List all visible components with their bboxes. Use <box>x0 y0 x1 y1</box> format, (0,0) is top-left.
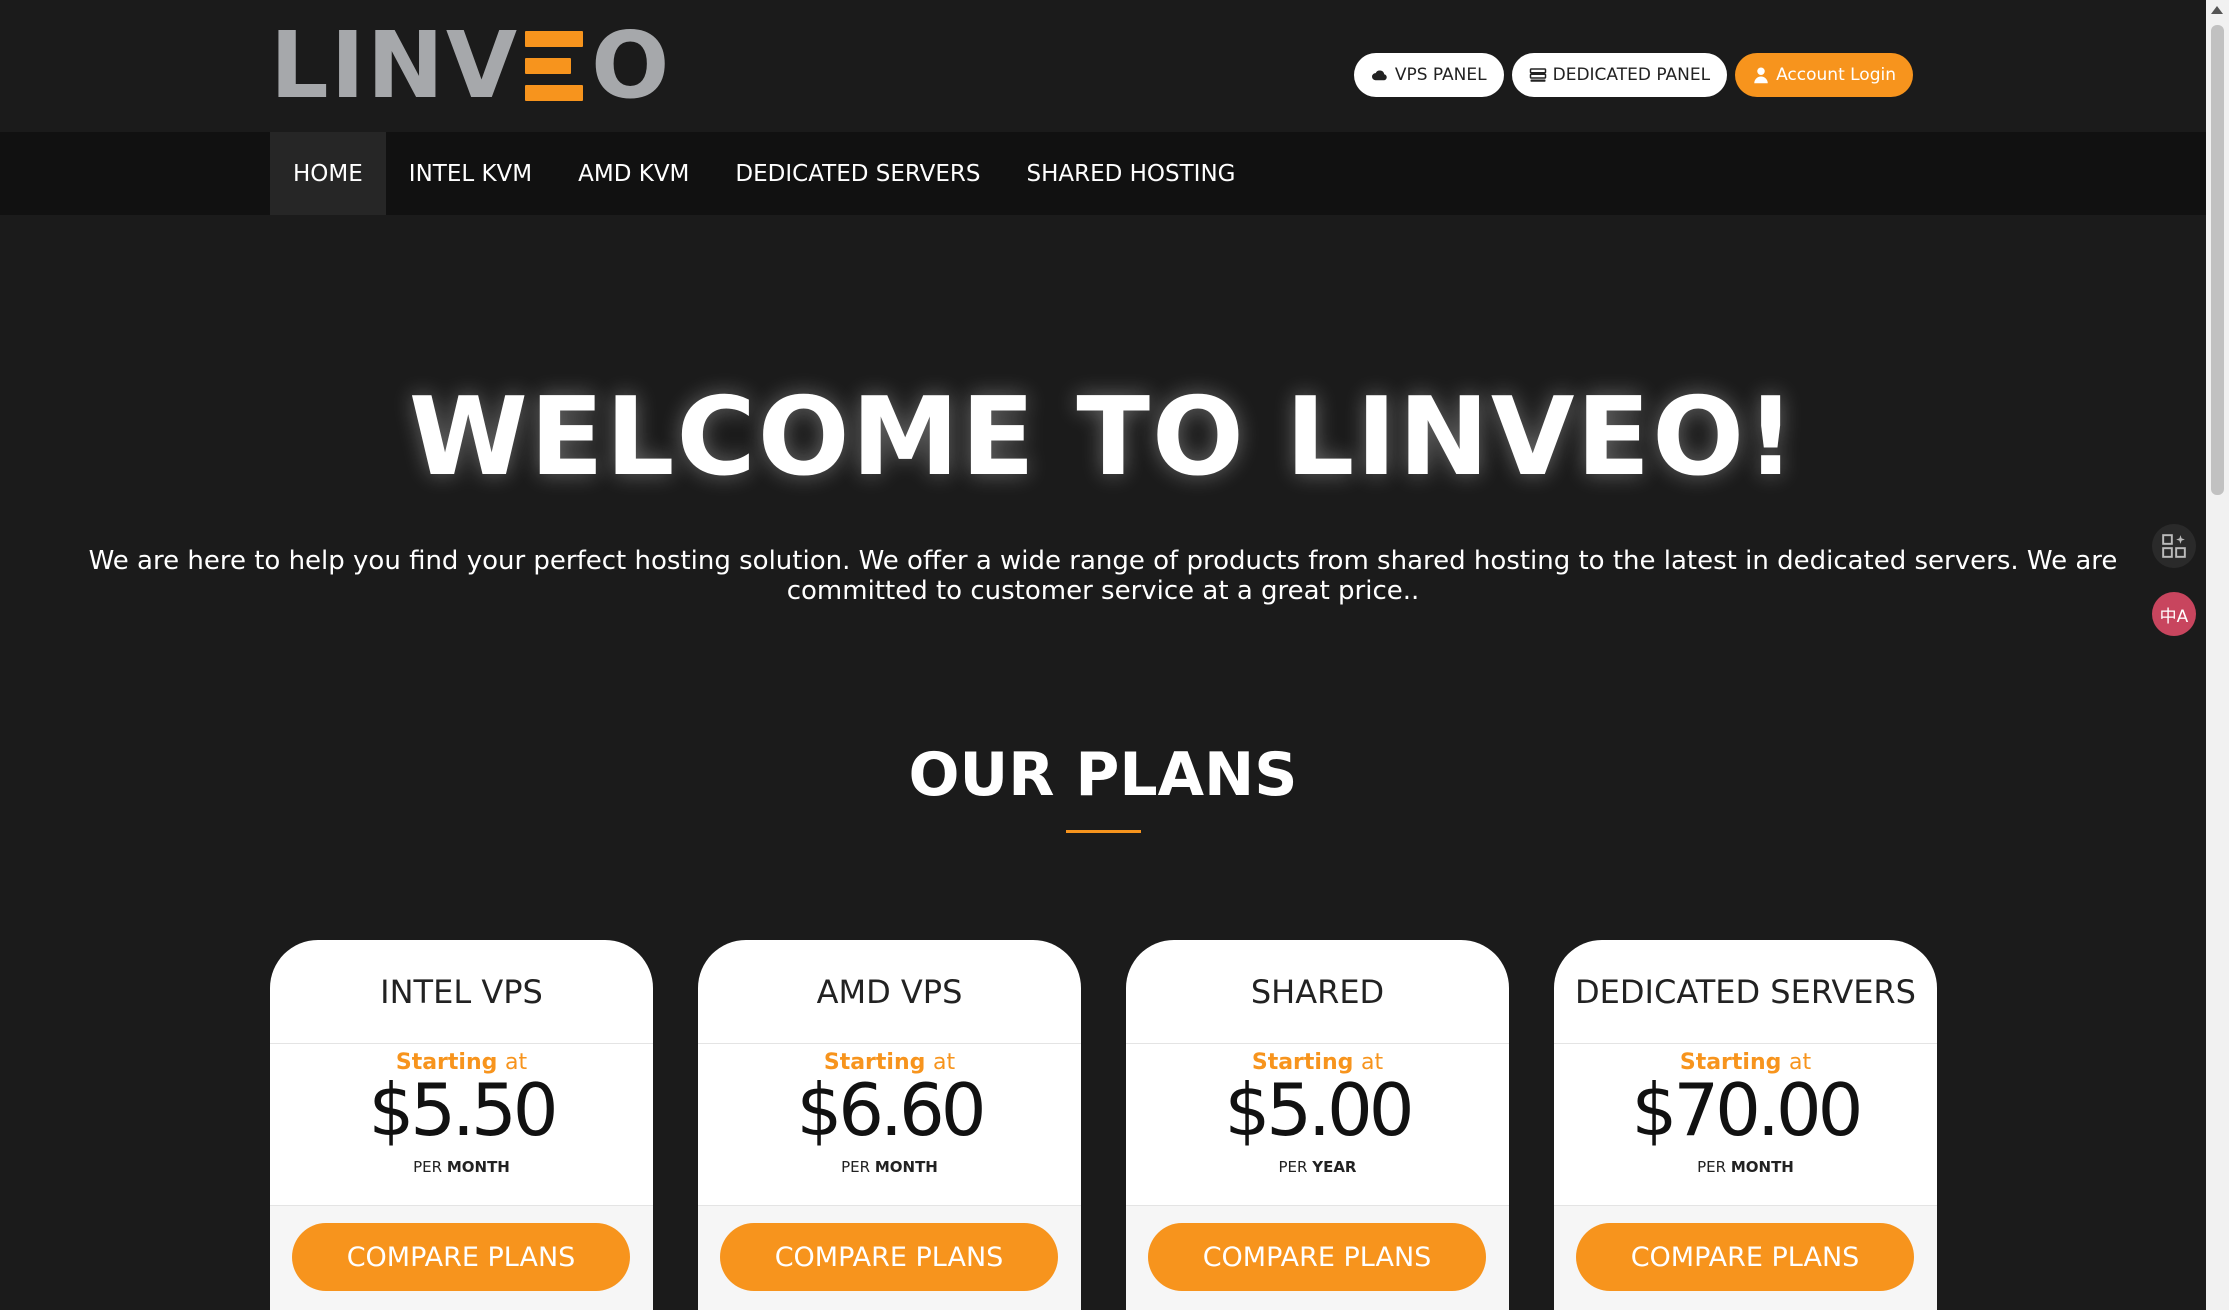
nav-dedicated-servers[interactable]: DEDICATED SERVERS <box>712 132 1003 215</box>
vps-panel-label: VPS PANEL <box>1394 65 1487 85</box>
scroll-up-arrow-icon[interactable] <box>2211 6 2223 14</box>
plan-price: $6.60 <box>796 1068 986 1152</box>
plans-section-title: OUR PLANS <box>908 740 1298 810</box>
header-buttons: VPS PANEL DEDICATED PANEL Account Login <box>1353 53 1913 97</box>
plan-card-intel-vps: INTEL VPS Starting at $5.50 PER MONTH CO… <box>270 940 653 1310</box>
section-divider <box>1066 830 1141 833</box>
logo-text-right: O <box>591 12 672 119</box>
hero-subtitle: We are here to help you find your perfec… <box>88 546 2118 606</box>
vps-panel-button[interactable]: VPS PANEL <box>1353 53 1504 97</box>
main-navigation: HOME INTEL KVM AMD KVM DEDICATED SERVERS… <box>0 132 2206 215</box>
plan-card-footer: COMPARE PLANS <box>1554 1205 1937 1310</box>
logo-text-left: LINV <box>270 12 520 119</box>
scrollbar[interactable] <box>2206 0 2229 1310</box>
plan-card-footer: COMPARE PLANS <box>1126 1205 1509 1310</box>
site-header: LINV O VPS PANEL DEDICATED PANEL Account… <box>0 0 2206 132</box>
server-icon <box>1529 68 1546 82</box>
plan-period: PER MONTH <box>413 1158 510 1176</box>
compare-plans-button[interactable]: COMPARE PLANS <box>720 1223 1058 1291</box>
plan-card-amd-vps: AMD VPS Starting at $6.60 PER MONTH COMP… <box>698 940 1081 1310</box>
plan-price: $70.00 <box>1631 1068 1864 1152</box>
dedicated-panel-button[interactable]: DEDICATED PANEL <box>1511 53 1728 97</box>
plan-price: $5.00 <box>1224 1068 1414 1152</box>
plan-card-dedicated-servers: DEDICATED SERVERS Starting at $70.00 PER… <box>1554 940 1937 1310</box>
plan-name: AMD VPS <box>698 940 1081 1044</box>
nav-intel-kvm[interactable]: INTEL KVM <box>386 132 555 215</box>
plan-period: PER MONTH <box>1697 1158 1794 1176</box>
logo-e-bars-icon <box>525 30 584 101</box>
plan-name: DEDICATED SERVERS <box>1554 940 1937 1044</box>
account-login-label: Account Login <box>1776 65 1896 85</box>
compare-plans-button[interactable]: COMPARE PLANS <box>1576 1223 1914 1291</box>
compare-plans-button[interactable]: COMPARE PLANS <box>292 1223 630 1291</box>
dedicated-panel-label: DEDICATED PANEL <box>1552 65 1711 85</box>
translate-icon[interactable]: 中A <box>2152 592 2196 636</box>
plan-price: $5.50 <box>368 1068 558 1152</box>
nav-shared-hosting[interactable]: SHARED HOSTING <box>1003 132 1258 215</box>
grid-sparkle-glyph-icon <box>2162 534 2186 558</box>
plan-period: PER MONTH <box>841 1158 938 1176</box>
linveo-logo[interactable]: LINV O <box>270 12 672 119</box>
plan-name: SHARED <box>1126 940 1509 1044</box>
plan-card-footer: COMPARE PLANS <box>270 1205 653 1310</box>
plan-period: PER YEAR <box>1278 1158 1357 1176</box>
plan-card-shared: SHARED Starting at $5.00 PER YEAR COMPAR… <box>1126 940 1509 1310</box>
compare-plans-button[interactable]: COMPARE PLANS <box>1148 1223 1486 1291</box>
hero-title: WELCOME TO LINVEO! <box>408 375 1798 500</box>
user-icon <box>1754 67 1768 84</box>
cloud-icon <box>1371 70 1387 81</box>
plans-list: INTEL VPS Starting at $5.50 PER MONTH CO… <box>270 940 1937 1310</box>
plan-name: INTEL VPS <box>270 940 653 1044</box>
nav-home[interactable]: HOME <box>270 132 386 215</box>
account-login-button[interactable]: Account Login <box>1735 53 1913 97</box>
grid-sparkle-icon[interactable] <box>2152 524 2196 568</box>
scrollbar-thumb[interactable] <box>2211 25 2224 495</box>
plan-card-footer: COMPARE PLANS <box>698 1205 1081 1310</box>
nav-amd-kvm[interactable]: AMD KVM <box>555 132 712 215</box>
